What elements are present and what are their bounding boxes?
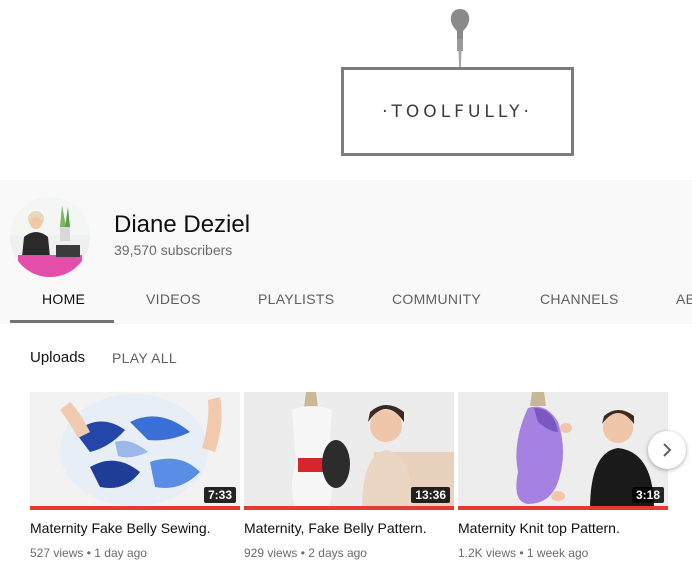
video-thumbnail[interactable]: 13:36	[244, 392, 454, 510]
active-tab-indicator	[10, 320, 114, 323]
video-duration: 13:36	[411, 487, 450, 503]
tab-videos[interactable]: VIDEOS	[146, 291, 201, 307]
video-meta: 527 views • 1 day ago	[30, 546, 147, 560]
video-age: 2 days ago	[308, 546, 367, 560]
video-views: 1.2K views	[458, 546, 517, 560]
video-duration: 7:33	[203, 487, 236, 503]
shelf-next-button[interactable]	[648, 431, 686, 469]
uploads-title[interactable]: Uploads	[30, 349, 85, 366]
video-card[interactable]: 3:18 Maternity Knit top Pattern. 1.2K vi…	[458, 392, 668, 560]
video-meta: 929 views • 2 days ago	[244, 546, 367, 560]
video-title[interactable]: Maternity Knit top Pattern.	[458, 520, 678, 536]
video-title[interactable]: Maternity Fake Belly Sewing.	[30, 520, 250, 536]
video-meta: 1.2K views • 1 week ago	[458, 546, 588, 560]
video-views: 929 views	[244, 546, 298, 560]
subscriber-count: 39,570 subscribers	[114, 242, 233, 258]
video-duration: 3:18	[631, 487, 664, 503]
chevron-right-icon	[663, 443, 672, 457]
video-card[interactable]: 7:33 Maternity Fake Belly Sewing. 527 vi…	[30, 392, 240, 560]
channel-name: Diane Deziel	[114, 211, 251, 238]
video-age: 1 week ago	[526, 546, 589, 560]
video-title[interactable]: Maternity, Fake Belly Pattern.	[244, 520, 464, 536]
watched-progress-bar	[244, 506, 454, 510]
video-thumbnail[interactable]: 3:18	[458, 392, 668, 510]
toolfully-logo: ·TOOLFULLY·	[341, 67, 574, 156]
video-card[interactable]: 13:36 Maternity, Fake Belly Pattern. 929…	[244, 392, 454, 560]
tab-channels[interactable]: CHANNELS	[540, 291, 619, 307]
video-age: 1 day ago	[94, 546, 147, 560]
play-all-button[interactable]: PLAY ALL	[112, 350, 177, 366]
avatar-image	[10, 197, 90, 277]
meta-separator: •	[519, 546, 527, 560]
tab-community[interactable]: COMMUNITY	[392, 291, 481, 307]
tab-home[interactable]: HOME	[42, 291, 85, 307]
watched-progress-bar	[458, 506, 668, 510]
channel-banner: ·TOOLFULLY·	[0, 0, 692, 180]
logo-text: ·TOOLFULLY·	[382, 102, 533, 122]
tab-playlists[interactable]: PLAYLISTS	[258, 291, 334, 307]
video-thumbnail[interactable]: 7:33	[30, 392, 240, 510]
avatar[interactable]	[10, 197, 90, 277]
video-views: 527 views	[30, 546, 84, 560]
watched-progress-bar	[30, 506, 240, 510]
tab-about[interactable]: AB	[676, 291, 692, 307]
